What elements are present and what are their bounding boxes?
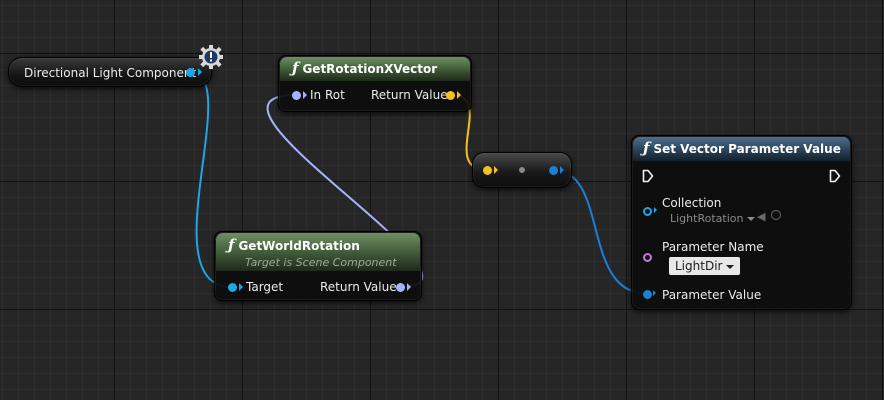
world-rotation-return-pin[interactable] [396, 283, 405, 292]
get-world-rotation-node[interactable]: ƒ GetWorldRotation Target is Scene Compon… [214, 231, 422, 301]
exec-output-pin-icon[interactable] [829, 169, 841, 183]
chevron-down-icon [726, 264, 735, 269]
get-rotation-x-vector-node[interactable]: ƒ GetRotationXVector In Rot Return Value [278, 55, 472, 112]
directional-light-label: Directional Light Component [24, 66, 197, 80]
collection-dropdown[interactable]: LightRotation [670, 212, 756, 225]
target-label: Target [246, 280, 284, 294]
function-icon: ƒ [228, 236, 235, 254]
parameter-name-dropdown[interactable]: LightDir [669, 257, 741, 275]
x-vector-return-arrow-icon [457, 91, 461, 99]
in-rot-label: In Rot [310, 88, 345, 102]
conversion-node[interactable] [472, 152, 572, 188]
conversion-output-arrow-icon [560, 166, 564, 174]
world-rotation-return-label: Return Value [320, 280, 397, 294]
set-vector-parameter-value-node[interactable]: ƒ Set Vector Parameter Value Collection L… [631, 135, 852, 310]
directional-light-component-node[interactable]: Directional Light Component [8, 57, 212, 87]
get-world-rotation-title: GetWorldRotation [238, 239, 360, 253]
collection-pin[interactable] [643, 207, 652, 216]
parameter-name-pin[interactable] [643, 253, 652, 262]
collection-label: Collection [662, 196, 722, 210]
conversion-output-pin[interactable] [549, 166, 558, 175]
collection-value: LightRotation [670, 212, 744, 225]
exec-input-pin-icon[interactable] [642, 169, 654, 183]
parameter-value-label: Parameter Value [662, 288, 762, 302]
browse-search-icon[interactable] [771, 210, 781, 220]
function-icon: ƒ [643, 139, 650, 157]
get-rotation-x-vector-title: GetRotationXVector [302, 62, 438, 76]
conversion-dot-icon [519, 167, 525, 173]
x-vector-return-pin[interactable] [446, 91, 455, 100]
target-pin[interactable] [228, 283, 237, 292]
directional-light-output-pin[interactable] [186, 68, 195, 77]
world-rotation-return-arrow-icon [407, 283, 411, 291]
conversion-input-arrow-icon [494, 166, 498, 174]
use-selected-arrow-icon[interactable]: ◀ [757, 210, 765, 223]
chevron-down-icon [747, 217, 756, 221]
get-rotation-x-vector-header: ƒ GetRotationXVector [280, 57, 470, 81]
get-world-rotation-header: ƒ GetWorldRotation Target is Scene Compon… [216, 233, 420, 271]
parameter-name-label: Parameter Name [662, 240, 764, 254]
x-vector-return-label: Return Value [371, 88, 448, 102]
set-vector-parameter-value-header: ƒ Set Vector Parameter Value [633, 137, 850, 161]
parameter-name-value: LightDir [675, 259, 723, 273]
conversion-input-pin[interactable] [483, 166, 492, 175]
set-vector-parameter-value-title: Set Vector Parameter Value [653, 142, 841, 156]
warning-gear-icon[interactable] [198, 44, 224, 70]
parameter-value-pin[interactable] [643, 290, 652, 299]
get-world-rotation-subtitle: Target is Scene Component [245, 256, 397, 269]
parameter-value-arrow-icon [653, 290, 656, 296]
collection-arrow-icon [654, 207, 657, 213]
target-arrow-icon [239, 283, 243, 291]
in-rot-pin[interactable] [292, 91, 301, 100]
function-icon: ƒ [292, 59, 299, 77]
in-rot-arrow-icon [303, 91, 307, 99]
